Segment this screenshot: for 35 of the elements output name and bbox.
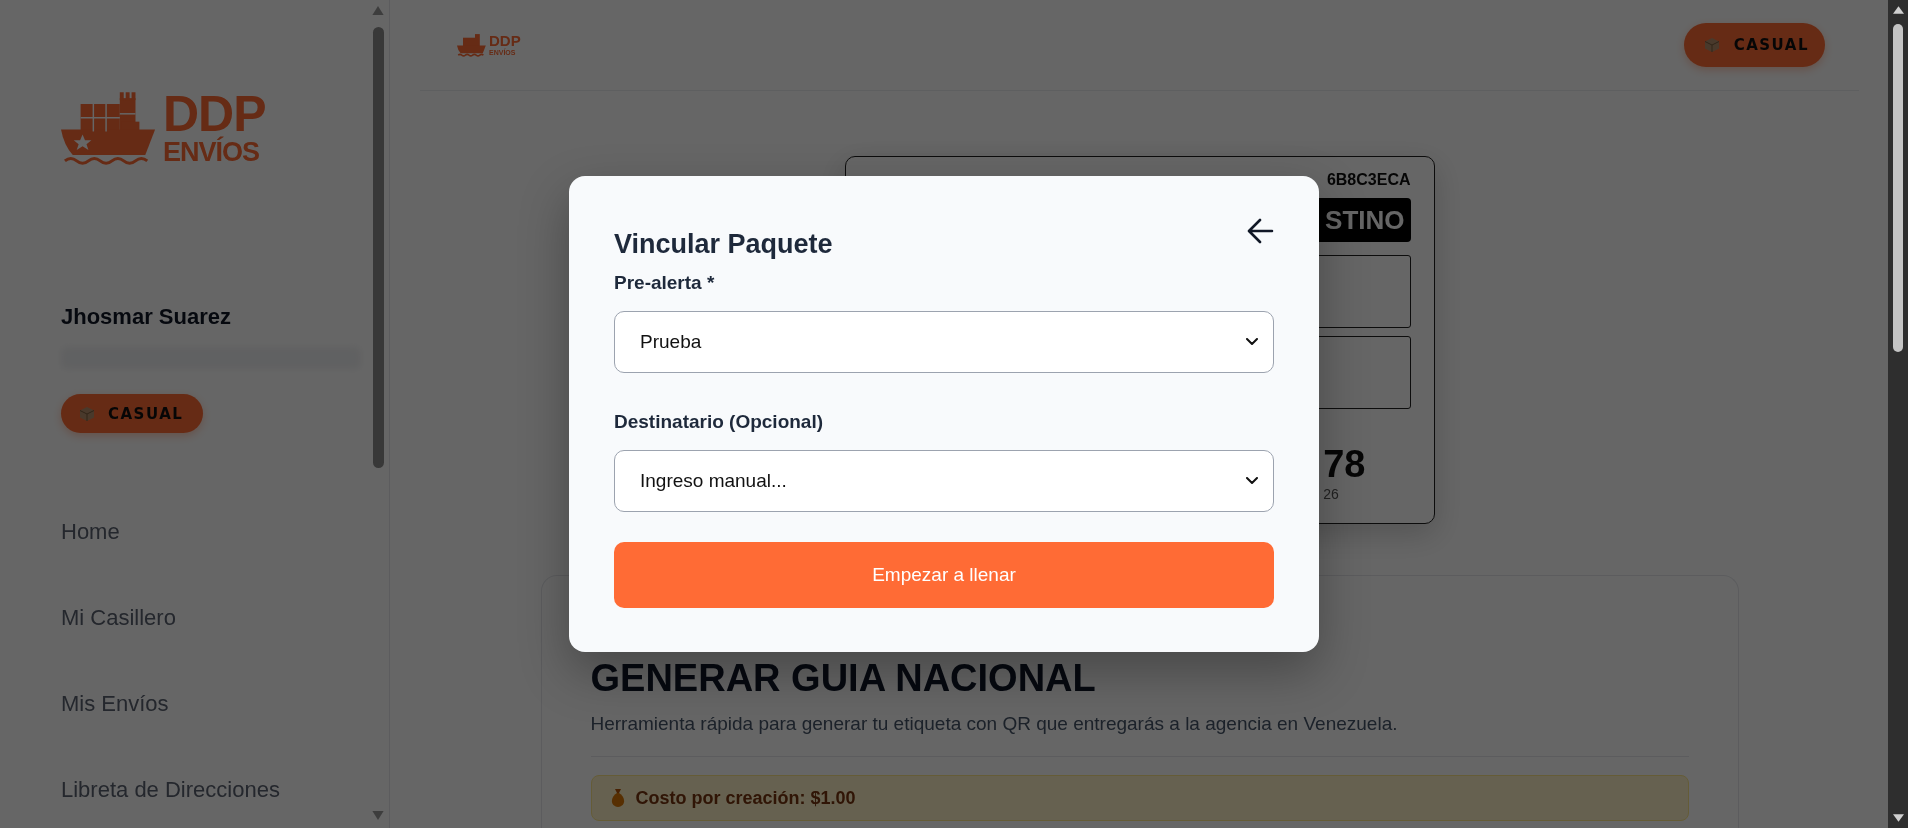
label-number: 78: [1323, 445, 1366, 483]
chevron-down-icon: [1246, 477, 1258, 485]
guide-title: GENERAR GUIA NACIONAL: [590, 656, 1096, 700]
scrollbar-thumb[interactable]: [1893, 24, 1903, 352]
nav-link[interactable]: Mi Casillero: [61, 604, 280, 632]
field-label: Pre-alerta *: [614, 271, 715, 295]
box-icon: [80, 406, 94, 421]
logo-title: DDP: [489, 33, 521, 48]
field-label: Destinatario (Opcional): [614, 410, 824, 434]
scroll-down-arrow-icon[interactable]: [1892, 814, 1904, 822]
nav-link[interactable]: Home: [61, 518, 280, 546]
start-filling-button[interactable]: Empezar a llenar: [614, 542, 1274, 608]
select-field[interactable]: Ingreso manual...: [614, 450, 1274, 512]
ship-icon: [457, 33, 487, 57]
logo-title: DDP: [163, 91, 266, 136]
scroll-up-arrow-icon[interactable]: [1892, 6, 1904, 14]
scrollbar-thumb[interactable]: [372, 27, 384, 468]
locker-code: 6B8C3ECA: [1326, 171, 1411, 189]
box-icon: [1704, 38, 1719, 52]
back-button[interactable]: [1247, 218, 1274, 244]
plan-label: CASUAL: [108, 404, 184, 423]
label-caption: 26: [1323, 486, 1339, 502]
nav-link[interactable]: Mis Envíos: [61, 690, 280, 718]
destination-banner-text: STINO: [1325, 204, 1405, 236]
nav-link[interactable]: Libreta de Direcciones: [61, 776, 280, 804]
guide-description: Herramienta rápida para generar tu etiqueta con QR que entregarás a la agencia en Venezuela.: [590, 712, 1398, 736]
chevron-down-icon: [1246, 338, 1258, 346]
user-name: Jhosmar Suarez: [61, 304, 231, 330]
select-field[interactable]: Prueba: [614, 311, 1274, 373]
money-bag-icon: [609, 789, 626, 807]
plan-label: CASUAL: [1733, 36, 1809, 54]
dialog-title: Vincular Paquete: [614, 228, 833, 261]
back-arrow-icon: [1247, 218, 1274, 244]
cost-notice-text: Costo por creación: $1.00: [635, 787, 856, 810]
logo-subtitle: ENVÍOS: [163, 135, 261, 168]
